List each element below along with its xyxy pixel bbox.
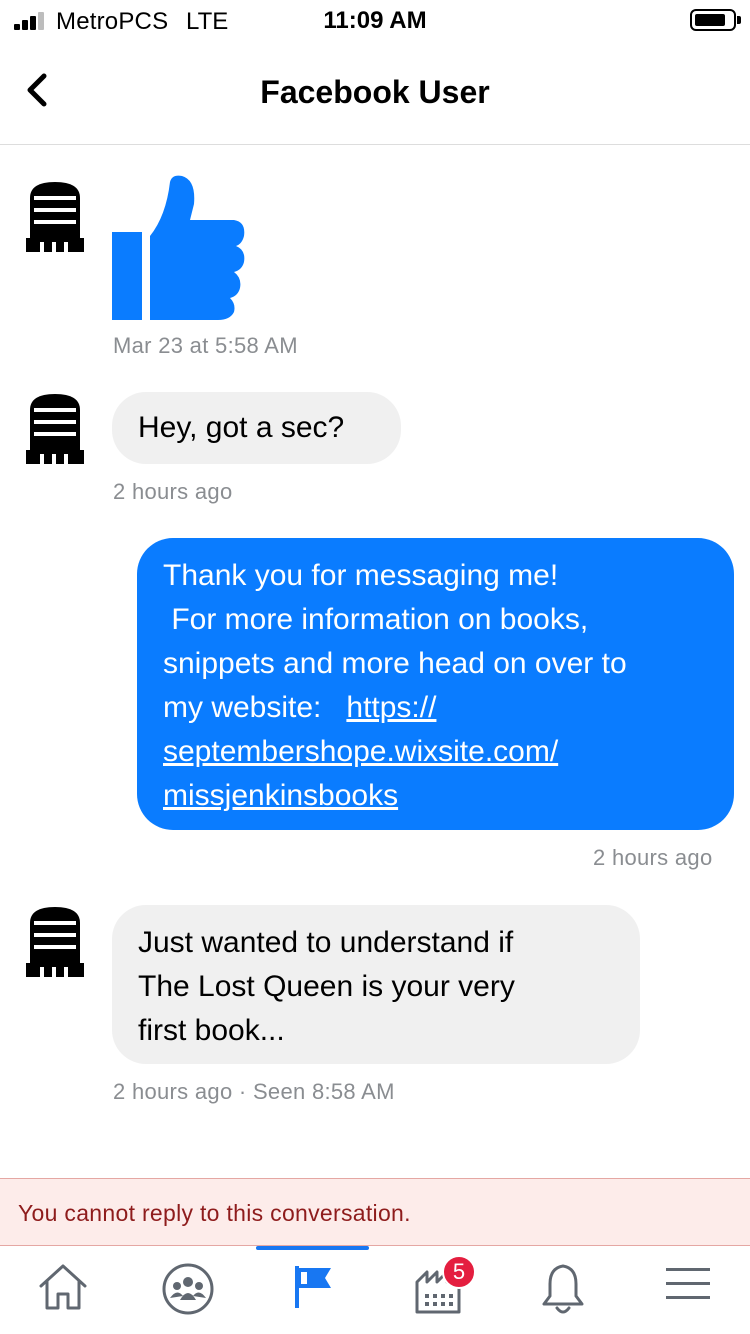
message-timestamp: 2 hours ago <box>593 845 713 870</box>
home-icon <box>39 1264 86 1310</box>
marketplace-badge: 5 <box>442 1255 476 1289</box>
incoming-message-bubble[interactable]: Just wanted to understand if The Lost Qu… <box>112 905 640 1064</box>
avatar[interactable] <box>24 178 86 254</box>
groups-icon <box>162 1263 213 1315</box>
message-line: For more information on books, <box>163 603 589 636</box>
status-bar: MetroPCS LTE 11:09 AM <box>0 0 750 40</box>
thumbs-up-icon <box>112 175 245 320</box>
status-time: 11:09 AM <box>323 7 427 34</box>
page-title: Facebook User <box>260 74 490 110</box>
avatar[interactable] <box>24 390 86 466</box>
notice-text: You cannot reply to this conversation. <box>18 1200 411 1226</box>
message-timestamp: 2 hours ago <box>113 479 233 504</box>
tab-groups[interactable] <box>125 1246 250 1334</box>
bottom-tab-bar <box>0 1246 750 1334</box>
cannot-reply-notice: You cannot reply to this conversation. <box>0 1178 750 1246</box>
tab-home[interactable] <box>0 1246 125 1334</box>
website-link[interactable]: https:// <box>346 691 436 724</box>
tab-pages[interactable] <box>250 1246 375 1334</box>
outgoing-message-bubble[interactable]: Thank you for messaging me! For more inf… <box>137 538 734 830</box>
message-line: first book... <box>138 1014 285 1047</box>
sender-logo-icon <box>26 182 84 252</box>
tab-notifications[interactable] <box>500 1246 625 1334</box>
tab-marketplace[interactable] <box>375 1246 500 1334</box>
message-line: my website: <box>163 691 330 724</box>
pages-flag-icon <box>294 1266 331 1308</box>
battery-icon <box>690 9 741 31</box>
sender-logo-icon <box>26 394 84 464</box>
message-line: Just wanted to understand if <box>138 926 514 959</box>
website-link[interactable]: missjenkinsbooks <box>163 779 398 812</box>
menu-icon <box>665 1268 710 1299</box>
conversation-header: Facebook User <box>0 40 750 145</box>
thumbs-up-sticker[interactable] <box>110 174 250 322</box>
message-timestamp: 2 hours ago · Seen 8:58 AM <box>113 1079 395 1104</box>
message-line: Thank you for messaging me! <box>163 559 559 592</box>
incoming-message-bubble[interactable]: Hey, got a sec? <box>112 392 401 464</box>
notifications-bell-icon <box>542 1264 583 1314</box>
tab-menu[interactable] <box>625 1246 750 1334</box>
message-line: The Lost Queen is your very <box>138 970 515 1003</box>
avatar[interactable] <box>24 903 86 979</box>
sender-logo-icon <box>26 907 84 977</box>
message-timestamp: Mar 23 at 5:58 AM <box>113 333 298 358</box>
message-text: Hey, got a sec? <box>138 411 345 444</box>
message-line: snippets and more head on over to <box>163 647 627 680</box>
website-link[interactable]: septembershope.wixsite.com/ <box>163 735 558 768</box>
